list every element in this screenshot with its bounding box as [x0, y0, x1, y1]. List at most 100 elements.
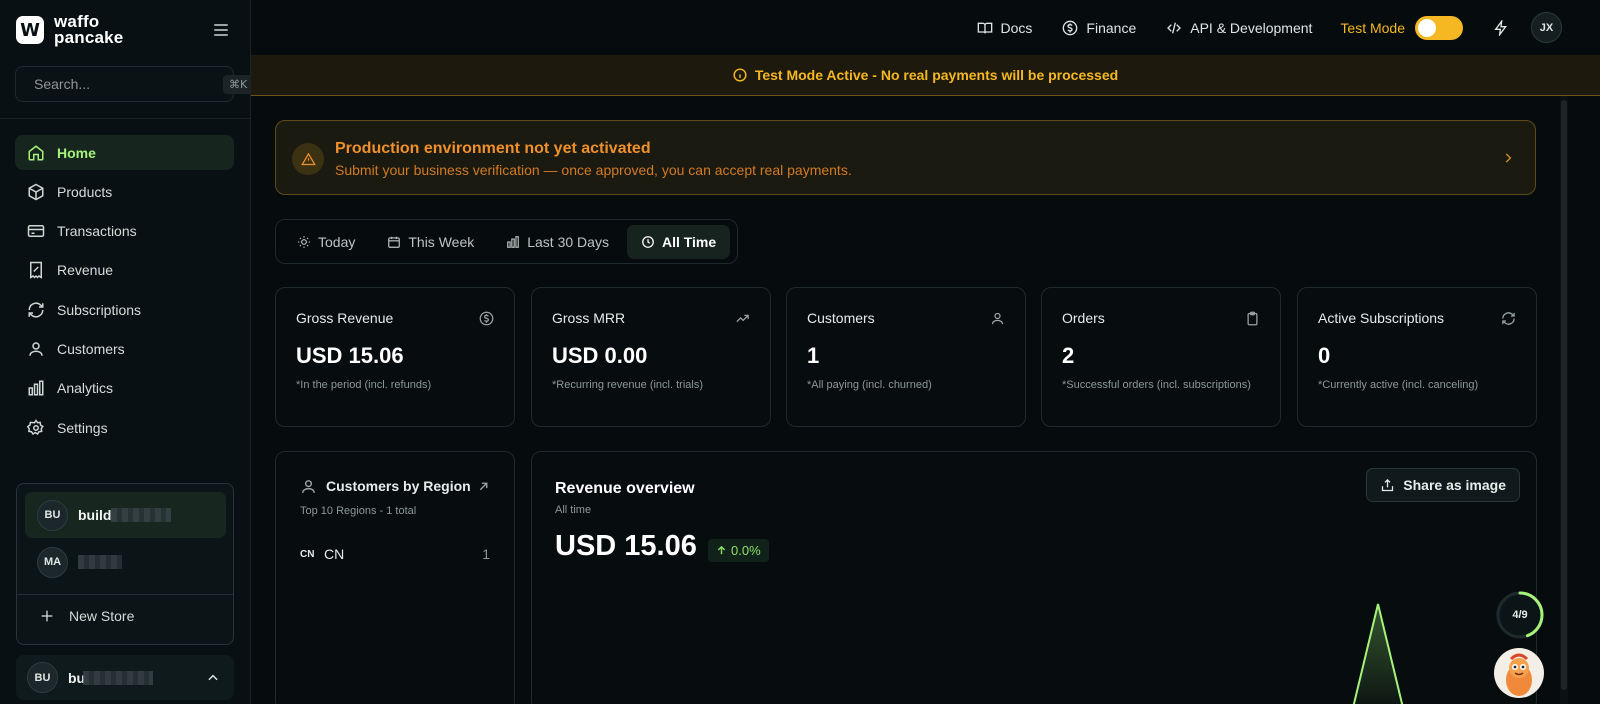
- sidebar-item-label: Analytics: [57, 380, 114, 397]
- store-item-build[interactable]: BU build: [25, 492, 226, 538]
- tab-all-time[interactable]: All Time: [626, 224, 731, 259]
- sidebar-item-settings[interactable]: Settings: [15, 410, 234, 445]
- search-input[interactable]: [34, 76, 215, 92]
- test-mode-toggle[interactable]: [1415, 15, 1463, 40]
- finance-link[interactable]: Finance: [1062, 20, 1136, 36]
- finance-label: Finance: [1086, 19, 1137, 36]
- stat-note: *In the period (incl. refunds): [296, 379, 432, 391]
- sidebar-item-products[interactable]: Products: [15, 174, 234, 209]
- store-avatar: MA: [37, 546, 68, 578]
- popup-divider: [17, 594, 233, 595]
- sidebar-item-customers[interactable]: Customers: [15, 331, 234, 366]
- bar-chart-icon: [28, 380, 44, 396]
- share-as-image-button[interactable]: Share as image: [1366, 468, 1520, 502]
- sidebar-item-label: Revenue: [57, 262, 114, 279]
- home-icon: [28, 144, 44, 160]
- scrollbar-thumb[interactable]: [1561, 100, 1567, 690]
- revenue-change-value: 0.0%: [731, 543, 761, 558]
- brand-line-2: pancake: [54, 28, 124, 47]
- production-activation-banner[interactable]: Production environment not yet activated…: [275, 120, 1536, 195]
- tab-label: This Week: [408, 233, 475, 250]
- gear-icon: [27, 418, 44, 435]
- redacted-text: [111, 508, 172, 522]
- lightning-icon[interactable]: [1493, 19, 1509, 36]
- api-development-label: API & Development: [1190, 19, 1313, 36]
- stat-card-gross-mrr: Gross MRR USD 0.00 *Recurring revenue (i…: [531, 287, 771, 427]
- share-button-label: Share as image: [1403, 477, 1506, 493]
- sidebar-item-label: Transactions: [57, 223, 137, 240]
- region-count: 1: [482, 546, 490, 562]
- logo-mark-icon: W: [16, 16, 44, 44]
- test-mode-label: Test Mode: [1340, 19, 1405, 36]
- tab-label: All Time: [661, 233, 717, 250]
- toggle-knob: [1418, 18, 1436, 37]
- tab-last-30-days[interactable]: Last 30 Days: [492, 225, 623, 259]
- stat-label: Orders: [1062, 310, 1105, 326]
- arrow-up-right-icon[interactable]: [477, 480, 490, 493]
- code-icon: [1167, 22, 1182, 33]
- region-card-title: Customers by Region: [326, 478, 471, 494]
- sidebar: W waffo pancake ⌘K Home Products Transac…: [0, 0, 254, 704]
- api-development-link[interactable]: API & Development: [1166, 20, 1312, 36]
- stat-label: Active Subscriptions: [1318, 310, 1445, 326]
- sidebar-item-label: Products: [57, 183, 113, 200]
- stat-value: 0: [1318, 343, 1331, 368]
- mascot-icon: [1506, 653, 1532, 696]
- search-box[interactable]: ⌘K: [15, 66, 254, 102]
- revenue-overview-card: Revenue overview All time USD 15.06 0.0%…: [531, 451, 1537, 704]
- tab-this-week[interactable]: This Week: [373, 225, 488, 259]
- docs-link[interactable]: Docs: [977, 20, 1032, 36]
- mascot-helper-avatar[interactable]: [1494, 648, 1544, 698]
- clock-icon: [642, 235, 654, 248]
- store-name: build: [78, 507, 112, 523]
- stat-note: *Recurring revenue (incl. trials): [552, 379, 703, 391]
- box-icon: [28, 183, 44, 201]
- onboarding-progress-ring[interactable]: [1495, 590, 1545, 640]
- store-selector-button[interactable]: BU bu: [16, 655, 234, 700]
- top-bar: Docs Finance API & Development Test Mode…: [251, 0, 1600, 55]
- sidebar-item-transactions[interactable]: Transactions: [15, 214, 234, 249]
- region-flag: CN: [300, 548, 315, 560]
- test-mode-banner: Test Mode Active - No real payments will…: [251, 55, 1600, 96]
- sidebar-divider: [0, 118, 250, 119]
- sidebar-item-label: Customers: [57, 340, 125, 357]
- receipt-icon: [30, 262, 42, 280]
- sidebar-item-label: Home: [57, 144, 96, 161]
- stat-card-customers: Customers 1 *All paying (incl. churned): [786, 287, 1026, 427]
- sidebar-toggle-menu-icon[interactable]: [214, 24, 228, 38]
- revenue-overview-subtitle: All time: [555, 504, 592, 516]
- stat-card-active-subscriptions: Active Subscriptions 0 *Currently active…: [1297, 287, 1537, 427]
- warning-triangle-icon: [300, 152, 316, 165]
- sidebar-item-revenue[interactable]: Revenue: [15, 253, 234, 288]
- tab-label: Last 30 Days: [527, 233, 609, 250]
- arrow-up-icon: [717, 545, 726, 555]
- sidebar-item-label: Settings: [57, 419, 108, 436]
- search-shortcut-badge: ⌘K: [223, 74, 254, 94]
- stat-note: *Currently active (incl. canceling): [1318, 379, 1479, 391]
- info-circle-icon: [733, 68, 747, 82]
- stat-value: 1: [807, 343, 820, 368]
- sidebar-item-label: Subscriptions: [57, 301, 142, 318]
- sidebar-item-analytics[interactable]: Analytics: [15, 371, 234, 406]
- sidebar-item-home[interactable]: Home: [15, 135, 234, 170]
- user-avatar[interactable]: JX: [1531, 12, 1562, 43]
- clipboard-icon: [1247, 311, 1258, 326]
- user-icon: [302, 480, 315, 493]
- tab-today[interactable]: Today: [283, 225, 369, 259]
- share-icon: [1382, 478, 1394, 491]
- stat-value: USD 0.00: [552, 343, 648, 368]
- new-store-button[interactable]: New Store: [39, 608, 134, 624]
- trend-up-icon: [736, 314, 749, 323]
- calendar-icon: [388, 236, 401, 248]
- sidebar-item-subscriptions[interactable]: Subscriptions: [15, 292, 234, 327]
- refresh-icon: [28, 302, 44, 318]
- period-tabs: Today This Week Last 30 Days All Time: [275, 219, 738, 264]
- stat-note: *Successful orders (incl. subscriptions): [1062, 379, 1251, 391]
- book-icon: [977, 22, 992, 33]
- stat-label: Gross Revenue: [296, 310, 394, 326]
- user-icon: [991, 312, 1004, 325]
- store-item-ma[interactable]: MA: [25, 539, 226, 585]
- current-store-avatar: BU: [27, 662, 58, 693]
- stat-value: 2: [1062, 343, 1075, 368]
- brand-logo[interactable]: W waffo pancake: [16, 13, 124, 47]
